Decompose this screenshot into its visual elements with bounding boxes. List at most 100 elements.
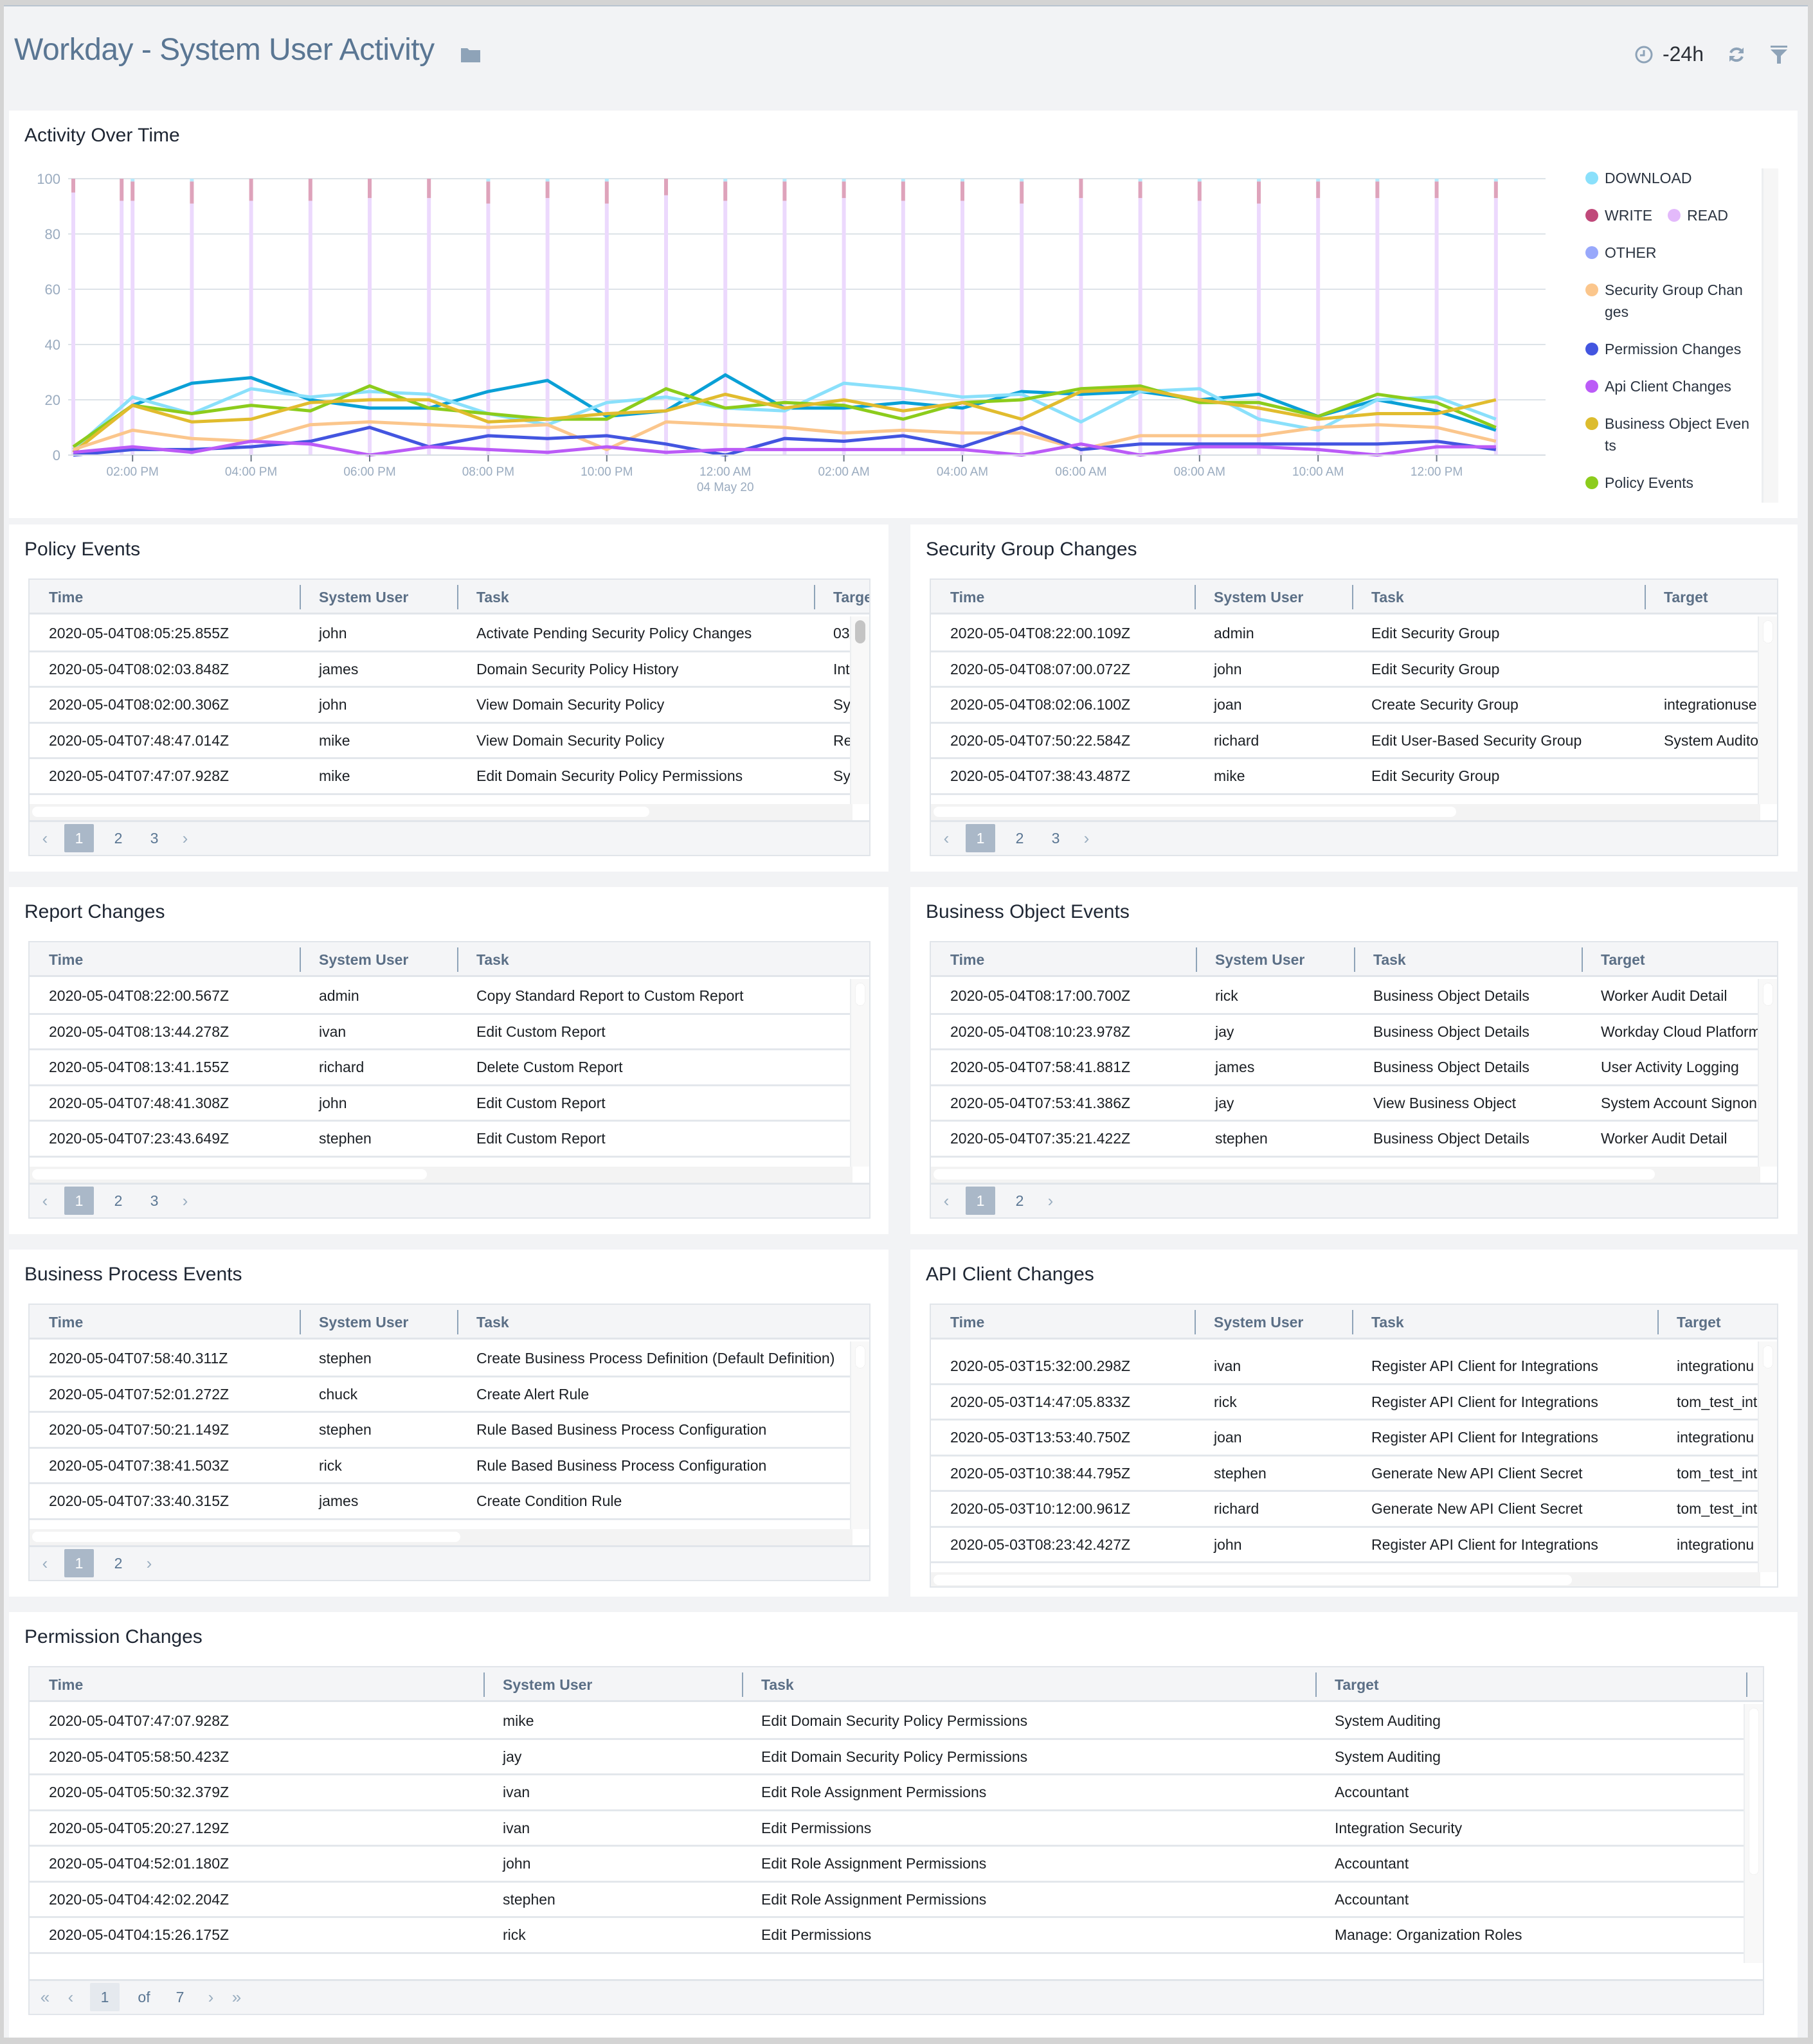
page-button[interactable]: 2 [1008,1187,1031,1215]
legend-item-api-client-changes[interactable]: Api Client Changes [1585,375,1759,397]
table-row[interactable]: 2020-05-03T10:38:44.795Z stephen Generate … [931,1456,1758,1492]
next-page-icon[interactable]: › [179,1187,192,1215]
scrollbar-thumb[interactable] [32,806,649,817]
horizontal-scrollbar[interactable] [30,803,852,821]
column-header-time[interactable]: Time [30,942,83,977]
legend-item-read[interactable]: READ [1668,204,1728,226]
scrollbar-thumb[interactable] [1763,1345,1773,1368]
table-row[interactable]: 2020-05-04T07:50:21.149Z stephen Rule Base… [30,1413,850,1449]
scrollbar-thumb[interactable] [855,983,865,1006]
column-header-target[interactable]: Target [1315,1667,1379,1702]
table-row[interactable]: 2020-05-04T07:23:43.649Z stephen Edit Cust… [30,1122,850,1158]
column-header-task[interactable]: Task [742,1667,794,1702]
table-row[interactable]: 2020-05-04T08:05:25.855Z john Activate Pen… [30,616,852,652]
column-header-system-user[interactable]: System User [1195,1305,1303,1340]
time-range-picker[interactable]: -24h [1634,42,1704,66]
table-row[interactable]: 2020-05-04T04:42:02.204Z stephen Edit Role… [30,1882,1744,1918]
filter-icon[interactable] [1769,45,1789,64]
column-header-target[interactable]: Target [1657,1305,1721,1340]
column-header-task[interactable]: Task [457,1305,509,1340]
table-row[interactable]: 2020-05-03T14:47:05.833Z rick Register API… [931,1385,1758,1421]
scrollbar-thumb[interactable] [1763,620,1773,643]
horizontal-scrollbar[interactable] [30,1529,852,1546]
scrollbar-thumb[interactable] [32,1531,460,1542]
table-row[interactable]: 2020-05-03T10:12:00.961Z richard Generate … [931,1492,1758,1528]
table-row[interactable]: 2020-05-04T08:10:23.978Z jay Business Obje… [931,1014,1760,1050]
horizontal-scrollbar[interactable] [931,803,1760,821]
column-header-target[interactable]: Target [814,580,869,614]
page-button[interactable]: 1 [64,1187,94,1215]
next-page-icon[interactable]: › [1044,1187,1057,1215]
column-header-time[interactable]: Time [931,942,984,977]
refresh-icon[interactable] [1727,45,1746,64]
vertical-scrollbar[interactable] [850,979,869,1167]
table-row[interactable]: 2020-05-04T07:48:41.308Z john Edit Custom … [30,1086,850,1122]
horizontal-scrollbar[interactable] [30,1166,852,1183]
table-row[interactable]: 2020-05-04T04:52:01.180Z john Edit Role As… [30,1847,1744,1883]
prev-page-icon[interactable]: ‹ [39,1549,51,1577]
page-button[interactable]: 1 [966,824,995,852]
scrollbar-thumb[interactable] [855,1345,865,1368]
vertical-scrollbar[interactable] [1758,979,1777,1167]
vertical-scrollbar[interactable] [1758,616,1777,804]
table-row[interactable]: 2020-05-04T08:02:06.100Z joan Create Secur… [931,688,1760,724]
next-page-icon[interactable]: › [179,824,192,852]
column-header-system-user[interactable]: System User [1195,580,1303,614]
legend-item-permission-changes[interactable]: Permission Changes [1585,338,1759,360]
table-row[interactable]: 2020-05-04T07:53:41.386Z jay View Business… [931,1086,1758,1122]
vertical-scrollbar[interactable] [1744,1704,1763,1963]
table-row[interactable]: 2020-05-04T07:52:01.272Z chuck Create Aler… [30,1377,850,1413]
table-row[interactable]: 2020-05-04T05:50:32.379Z ivan Edit Role As… [30,1775,1744,1811]
next-page-icon[interactable]: › [1080,824,1093,852]
table-row[interactable]: 2020-05-04T08:07:00.072Z john Edit Securit… [931,652,1758,688]
prev-page-icon[interactable]: ‹ [940,824,953,852]
legend-scrollbar[interactable] [1762,168,1778,503]
table-row[interactable]: 2020-05-04T07:33:40.315Z james Create Cond… [30,1484,850,1520]
column-header-task[interactable]: Task [1354,942,1406,977]
table-row[interactable]: 2020-05-04T08:17:00.700Z rick Business Obj… [931,979,1758,1015]
legend-item-policy-events[interactable]: Policy Events [1585,472,1759,494]
column-header-system-user[interactable]: System User [300,580,408,614]
horizontal-scrollbar[interactable] [931,1166,1760,1183]
page-button[interactable]: 2 [107,1549,130,1577]
column-header-time[interactable]: Time [30,580,83,614]
table-row[interactable]: 2020-05-04T08:13:44.278Z ivan Edit Custom … [30,1014,850,1050]
legend-item-other[interactable]: OTHER [1585,242,1759,264]
table-row[interactable]: 2020-05-04T08:22:00.567Z admin Copy Standa… [30,979,850,1015]
table-row[interactable]: 2020-05-03T15:32:00.298Z ivan Register API… [931,1349,1758,1385]
table-row[interactable]: 2020-05-04T07:38:43.487Z mike Edit Securit… [931,759,1758,795]
scrollbar-thumb[interactable] [934,1575,1573,1585]
page-button[interactable]: 2 [107,1187,130,1215]
page-button[interactable]: 3 [143,824,166,852]
column-header-time[interactable]: Time [931,1305,984,1340]
table-row[interactable]: 2020-05-04T07:48:47.014Z mike View Domain … [30,723,852,759]
column-header-system-user[interactable]: System User [483,1667,592,1702]
scrollbar-thumb[interactable] [1763,983,1773,1006]
legend-item-download[interactable]: DOWNLOAD [1585,167,1759,189]
folder-icon[interactable] [460,46,481,63]
current-page-input[interactable]: 1 [90,1983,120,2011]
table-row[interactable]: 2020-05-04T08:02:03.848Z james Domain Secu… [30,652,852,688]
vertical-scrollbar[interactable] [850,1341,869,1529]
page-button[interactable]: 1 [64,824,94,852]
prev-page-icon[interactable]: ‹ [39,1187,51,1215]
table-row[interactable]: 2020-05-04T05:58:50.423Z jay Edit Domain S… [30,1739,1744,1775]
next-page-icon[interactable]: › [143,1549,156,1577]
prev-page-icon[interactable]: ‹ [39,824,51,852]
scrollbar-thumb[interactable] [32,1169,428,1179]
next-page-icon[interactable]: › [204,1983,217,2011]
last-page-icon[interactable]: » [230,1983,243,2011]
column-header-task[interactable]: Task [1352,1305,1404,1340]
page-button[interactable]: 3 [143,1187,166,1215]
column-resize-handle[interactable] [1746,1667,1763,1702]
page-button[interactable]: 1 [64,1549,94,1577]
vertical-scrollbar[interactable] [850,616,869,804]
table-row[interactable]: 2020-05-04T05:20:27.129Z ivan Edit Permiss… [30,1811,1744,1847]
table-row[interactable]: 2020-05-04T07:58:40.311Z stephen Create Bu… [30,1341,850,1377]
column-header-task[interactable]: Task [457,580,509,614]
column-header-system-user[interactable]: System User [300,942,408,977]
page-button[interactable]: 3 [1044,824,1067,852]
scrollbar-thumb[interactable] [934,806,1456,817]
column-header-target[interactable]: Target [1645,580,1708,614]
table-row[interactable]: 2020-05-04T08:13:41.155Z richard Delete Cu… [30,1050,850,1086]
